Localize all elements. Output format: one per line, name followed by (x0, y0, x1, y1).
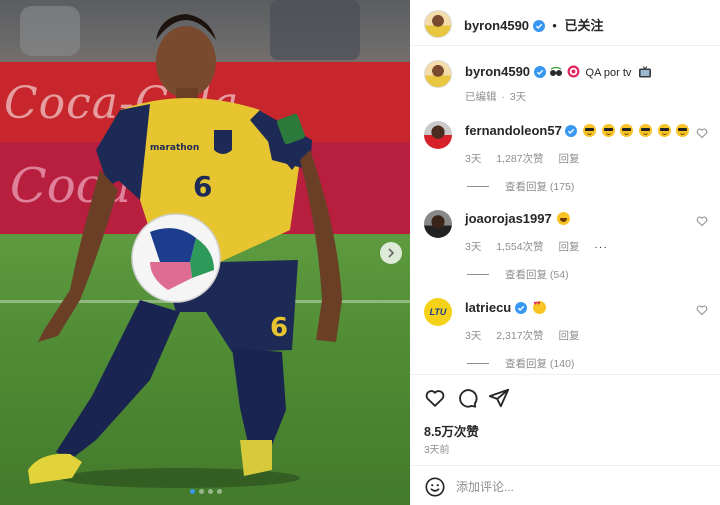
comment-meta: 3天 1,554次赞 回复 ··· (465, 239, 620, 254)
meta-separator: · (501, 91, 505, 103)
comments-list[interactable]: byron4590 QA por tv 已编辑 · 3天 fernandoleo… (410, 47, 720, 374)
tv-emoji-icon (639, 66, 652, 78)
comment-likes-count[interactable]: 1,287次赞 (496, 153, 543, 165)
avatar[interactable] (424, 10, 452, 38)
comment-text: fernandoleon57 (465, 123, 690, 138)
verified-badge-icon (532, 20, 545, 32)
heart-icon[interactable] (696, 127, 708, 139)
comment-username[interactable]: fernandoleon57 (465, 123, 562, 138)
post-time: 3天前 (424, 445, 450, 456)
emoji-picker-icon[interactable] (424, 476, 446, 498)
following-button[interactable]: 已关注 (564, 18, 603, 33)
carousel-dot (199, 489, 204, 494)
post-media[interactable]: Coca-Cola Coca-Cola 6 marathon 6 (0, 0, 410, 505)
sponsor-text: marathon (150, 143, 199, 153)
divider (467, 274, 489, 275)
edited-label: 已编辑 (465, 91, 497, 103)
verified-badge-icon (533, 66, 546, 78)
chevron-right-icon (388, 248, 395, 258)
post-side-panel: byron4590 • 已关注 byron4590 QA por tv 已编辑 … (410, 0, 720, 505)
comment-time: 3天 (465, 241, 482, 253)
heart-eyes-emoji-icon (532, 301, 546, 314)
carousel-dot (217, 489, 222, 494)
target-emoji-icon (567, 65, 580, 78)
sunglasses-emoji-icon (657, 124, 671, 137)
more-options-button[interactable]: ··· (594, 241, 608, 253)
post-actions: 8.5万次赞 3天前 (410, 374, 720, 505)
laughing-emoji-icon (557, 212, 571, 225)
carousel-indicator (190, 489, 222, 494)
view-replies-button[interactable]: 查看回复 (175) (467, 179, 574, 194)
comment-username[interactable]: latriecu (465, 300, 511, 315)
header-user-line: byron4590 • 已关注 (464, 15, 604, 34)
view-replies-label: 查看回复 (175) (505, 181, 575, 193)
add-comment-bar (410, 465, 720, 505)
sunglasses-emoji-icon (601, 124, 615, 137)
likes-count[interactable]: 8.5万次赞 (424, 421, 479, 440)
comment-time: 3天 (465, 153, 482, 165)
caption-text: QA por tv (585, 67, 632, 79)
carousel-next-button[interactable] (380, 242, 402, 264)
post-header: byron4590 • 已关注 (410, 0, 720, 46)
jersey-number: 6 (193, 170, 212, 203)
reply-button[interactable]: 回复 (558, 241, 579, 253)
comment-username[interactable]: joaorojas1997 (465, 211, 552, 226)
comment-input[interactable] (456, 476, 706, 498)
comment-time: 3天 (465, 330, 482, 342)
verified-badge-icon (514, 302, 527, 314)
comment-likes-count[interactable]: 1,554次赞 (496, 241, 543, 253)
reply-button[interactable]: 回复 (558, 330, 579, 342)
heart-icon[interactable] (424, 387, 446, 409)
view-replies-label: 查看回复 (54) (505, 269, 569, 281)
avatar[interactable] (424, 121, 452, 149)
sunglasses-emoji-icon (620, 124, 634, 137)
comment-icon[interactable] (456, 387, 478, 409)
avatar[interactable]: LTU (424, 298, 452, 326)
divider (467, 186, 489, 187)
view-replies-button[interactable]: 查看回复 (140) (467, 356, 574, 371)
caption: byron4590 QA por tv (465, 64, 652, 79)
avatar[interactable] (424, 210, 452, 238)
comment-likes-count[interactable]: 2,317次赞 (496, 330, 543, 342)
share-icon[interactable] (488, 387, 510, 409)
comment-text: joaorojas1997 (465, 211, 571, 226)
author-username[interactable]: byron4590 (464, 18, 529, 33)
caption-time: 3天 (509, 91, 527, 103)
avatar[interactable] (424, 60, 452, 88)
header-separator: • (552, 18, 557, 33)
verified-badge-icon (565, 125, 578, 137)
avatar-logo-text: LTU (429, 307, 447, 317)
caption-username[interactable]: byron4590 (465, 64, 530, 79)
comment-meta: 3天 1,287次赞 回复 (465, 151, 591, 166)
caption-meta: 已编辑 · 3天 (465, 89, 538, 104)
heart-icon[interactable] (696, 304, 708, 316)
view-replies-label: 查看回复 (140) (505, 358, 575, 370)
sunglasses-emoji-icon (638, 124, 652, 137)
glasses-emoji-icon (550, 66, 563, 76)
shorts-number: 6 (270, 313, 288, 343)
heart-icon[interactable] (696, 215, 708, 227)
comment-text: latriecu (465, 300, 546, 315)
comment-meta: 3天 2,317次赞 回复 (465, 328, 591, 343)
carousel-dot (190, 489, 195, 494)
reply-button[interactable]: 回复 (558, 153, 579, 165)
view-replies-button[interactable]: 查看回复 (54) (467, 267, 569, 282)
sunglasses-emoji-icon (583, 124, 597, 137)
divider (467, 363, 489, 364)
player-illustration: 6 marathon 6 (28, 14, 342, 488)
carousel-dot (208, 489, 213, 494)
sunglasses-emoji-icon (676, 124, 690, 137)
